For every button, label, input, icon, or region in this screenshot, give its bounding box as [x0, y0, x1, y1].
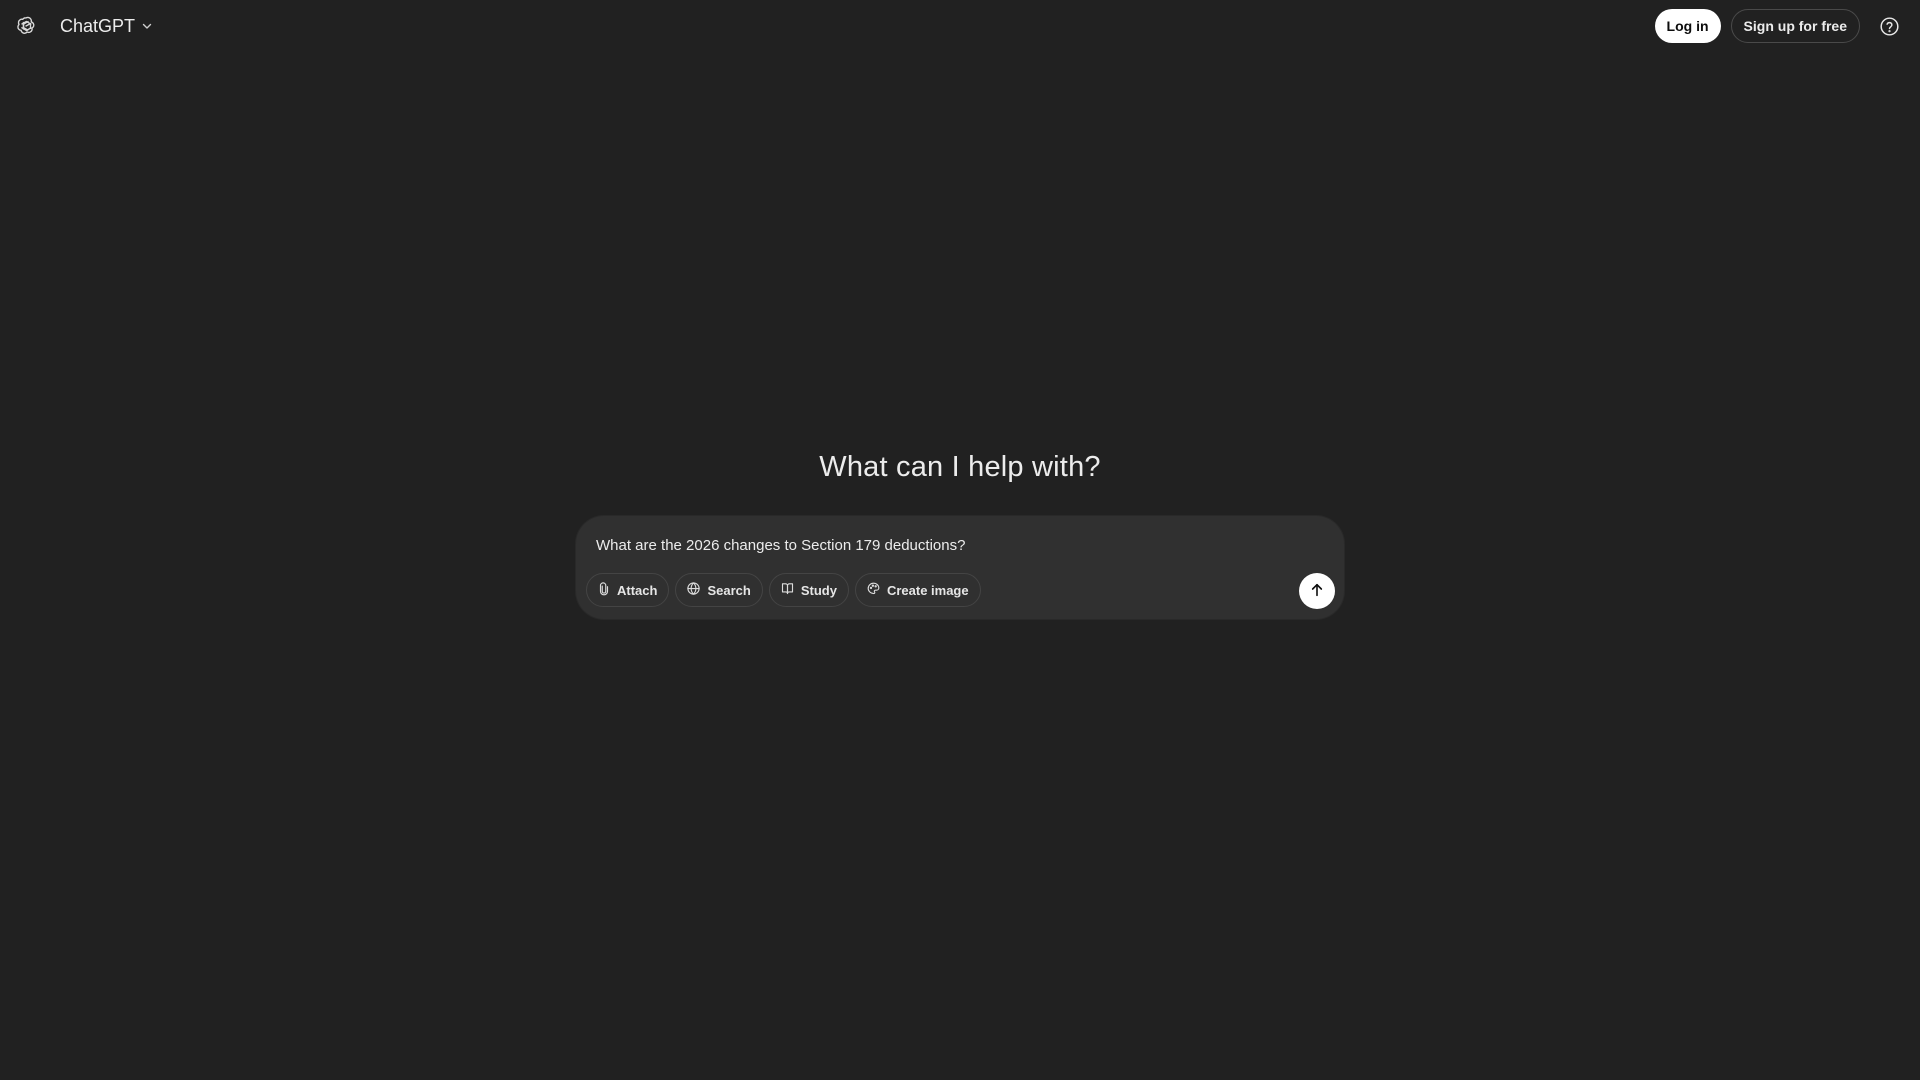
search-label: Search — [707, 582, 751, 598]
paperclip-icon — [597, 581, 611, 599]
attach-label: Attach — [617, 582, 658, 598]
composer-tools: Attach Search Study Create image — [586, 573, 981, 607]
chevron-down-icon — [141, 16, 153, 37]
main-area: ChatGPT Log in Sign up for free What can — [0, 0, 1920, 1080]
prompt-input[interactable] — [596, 535, 1324, 555]
top-header: ChatGPT Log in Sign up for free — [0, 0, 1920, 52]
signup-button[interactable]: Sign up for free — [1730, 9, 1860, 43]
study-label: Study — [800, 582, 837, 598]
book-icon — [780, 581, 795, 599]
login-button[interactable]: Log in — [1654, 9, 1721, 43]
globe-icon — [686, 581, 701, 599]
composer: Attach Search — [576, 516, 1344, 619]
brand: ChatGPT — [14, 10, 157, 43]
image-icon — [866, 581, 881, 599]
create-image-button[interactable]: Create image — [854, 573, 981, 607]
attach-button[interactable]: Attach — [586, 573, 670, 607]
question-circle-icon[interactable] — [1872, 9, 1906, 43]
send-button[interactable] — [1299, 573, 1335, 609]
model-switcher[interactable]: ChatGPT — [56, 10, 157, 43]
arrow-up-icon — [1309, 582, 1325, 601]
header-actions: Log in Sign up for free — [1654, 9, 1906, 43]
openai-logo-icon[interactable] — [14, 14, 38, 38]
create-image-label: Create image — [886, 582, 969, 598]
study-button[interactable]: Study — [768, 573, 849, 607]
search-button[interactable]: Search — [675, 573, 763, 607]
model-name: ChatGPT — [60, 15, 136, 36]
page-headline: What can I help with? — [819, 451, 1101, 484]
